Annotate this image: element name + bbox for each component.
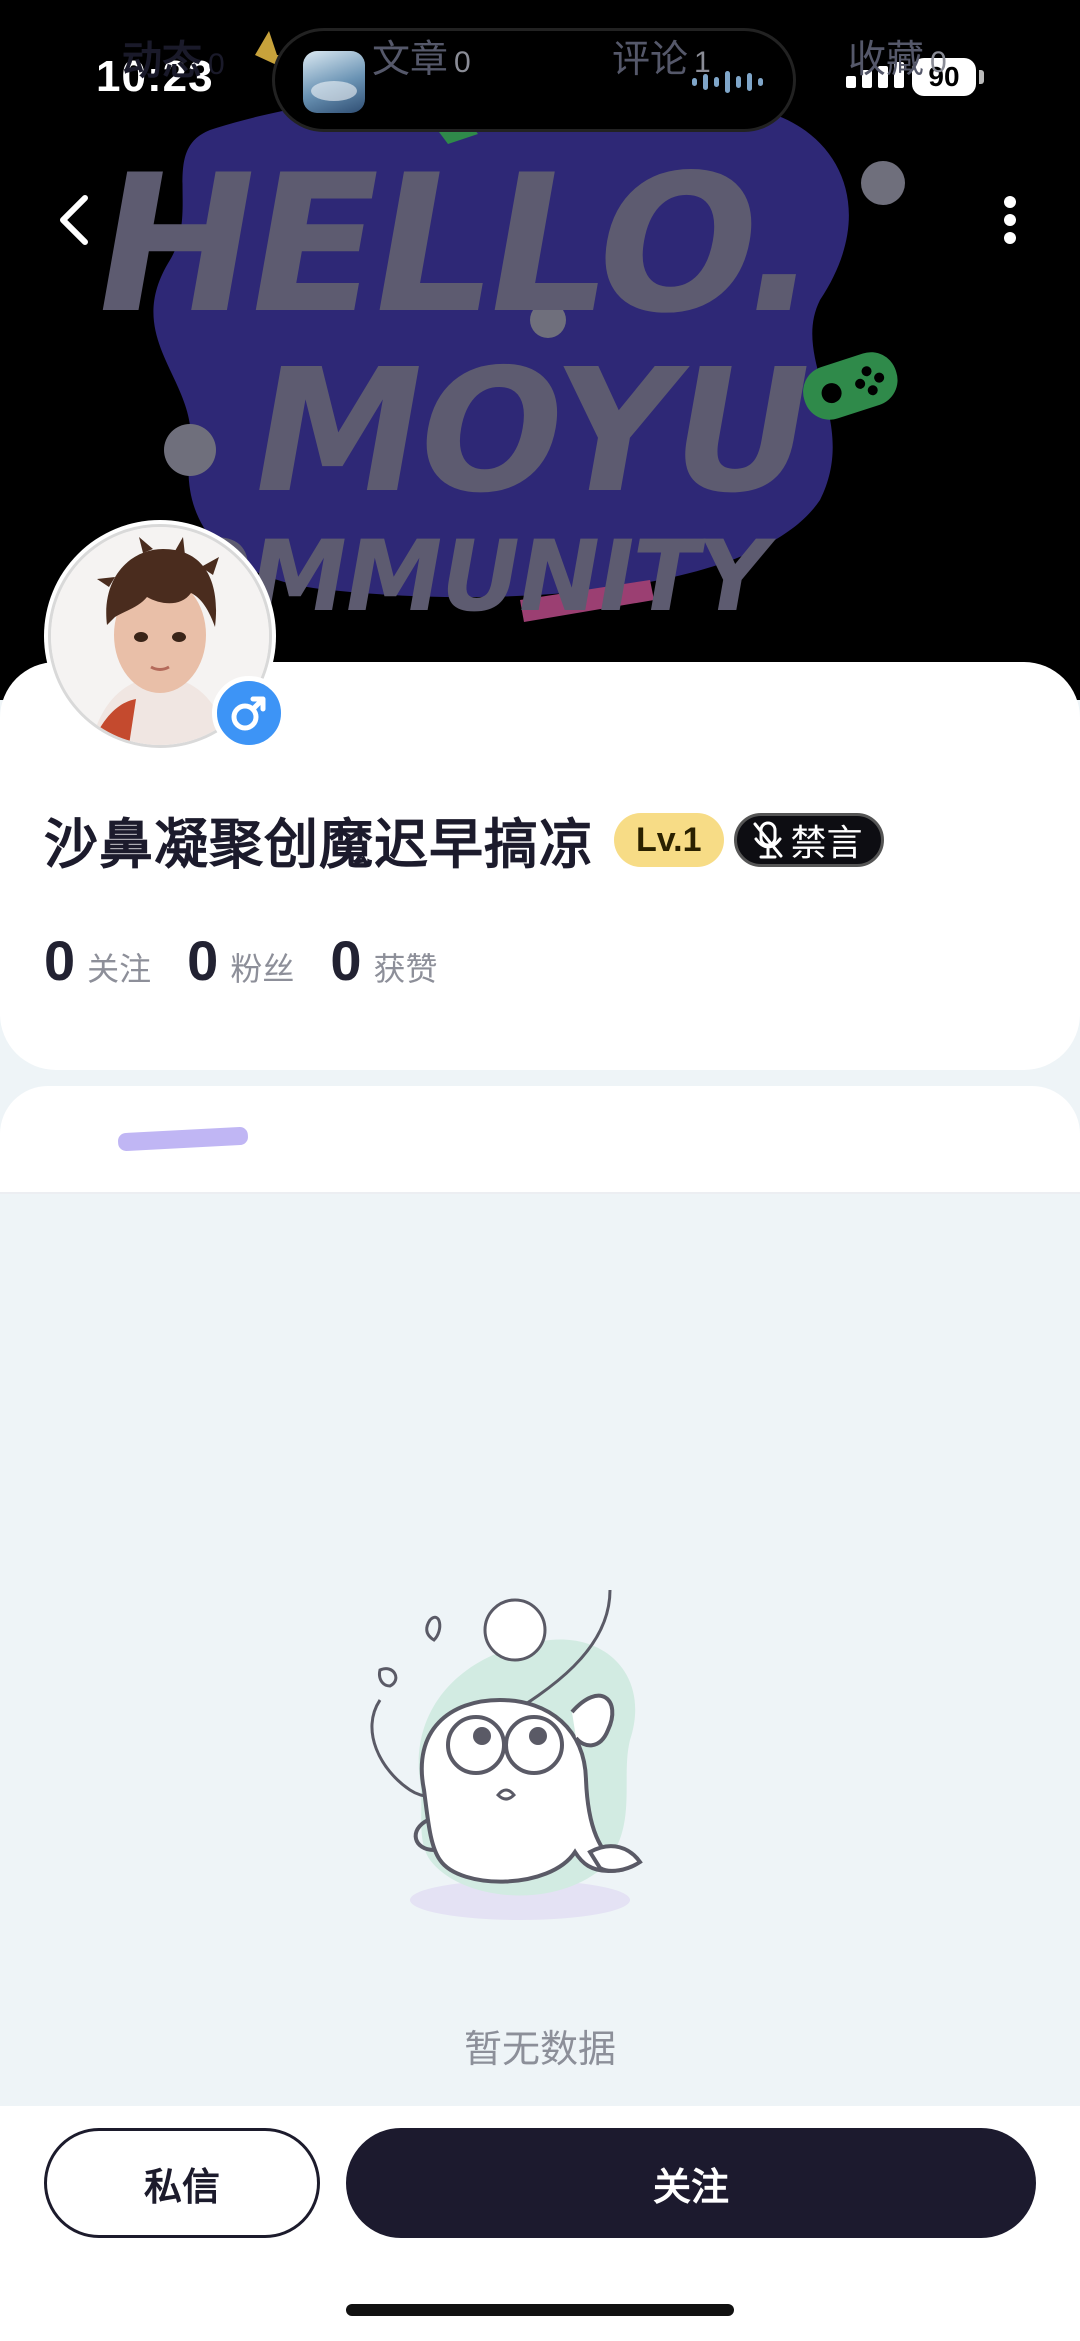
tab-count: 0 — [454, 46, 471, 79]
profile-stats: 0 关注 0 粉丝 0 获赞 — [44, 928, 474, 993]
stat-label: 关注 — [87, 950, 152, 988]
tab-count: 0 — [930, 46, 947, 79]
microphone-off-icon — [753, 821, 783, 858]
banner-text-hello: HELLO. — [77, 134, 834, 355]
empty-state-text: 暂无数据 — [463, 2027, 616, 2071]
tab-label: 文章 — [372, 37, 449, 81]
app-thumbnail-icon[interactable] — [303, 51, 365, 113]
mute-status-label: 禁言 — [790, 822, 863, 864]
tab-favorites[interactable]: 收藏 0 — [848, 28, 947, 83]
more-options-button[interactable] — [980, 180, 1040, 260]
tab-posts[interactable]: 动态 0 — [122, 28, 225, 86]
stat-value: 0 — [44, 929, 76, 992]
level-badge[interactable]: Lv.1 — [614, 812, 724, 867]
empty-state-fish-illustration — [370, 1590, 643, 1920]
nickname: 沙鼻凝聚创魔迟早搞凉 — [44, 813, 594, 876]
follow-button[interactable]: 关注 — [346, 2128, 1036, 2238]
tab-comments[interactable]: 评论 1 — [612, 28, 711, 83]
stat-label: 获赞 — [373, 950, 438, 988]
stat-value: 0 — [330, 929, 362, 992]
more-vertical-icon — [1004, 196, 1016, 244]
tab-articles[interactable]: 文章 0 — [372, 28, 471, 83]
private-message-button[interactable]: 私信 — [44, 2128, 320, 2238]
stat-followers[interactable]: 0 粉丝 — [187, 928, 294, 993]
tab-count: 0 — [208, 48, 225, 81]
male-gender-icon — [212, 676, 286, 750]
home-indicator[interactable] — [346, 2304, 734, 2316]
tab-label: 动态 — [122, 38, 202, 84]
tab-label: 评论 — [612, 37, 689, 81]
stat-value: 0 — [187, 929, 219, 992]
mute-status-badge[interactable]: 禁言 — [733, 812, 884, 867]
tab-label: 收藏 — [848, 37, 925, 81]
back-button[interactable] — [40, 180, 110, 260]
banner-text-moyu: MOYU — [236, 333, 824, 530]
chevron-left-icon — [60, 195, 88, 245]
stat-label: 粉丝 — [230, 950, 295, 988]
nickname-row: 沙鼻凝聚创魔迟早搞凉 Lv.1 禁言 — [44, 800, 884, 879]
dynamic-island — [272, 28, 796, 132]
stat-following[interactable]: 0 关注 — [44, 928, 151, 993]
stat-likes[interactable]: 0 获赞 — [330, 928, 437, 993]
tab-count: 1 — [694, 46, 711, 79]
